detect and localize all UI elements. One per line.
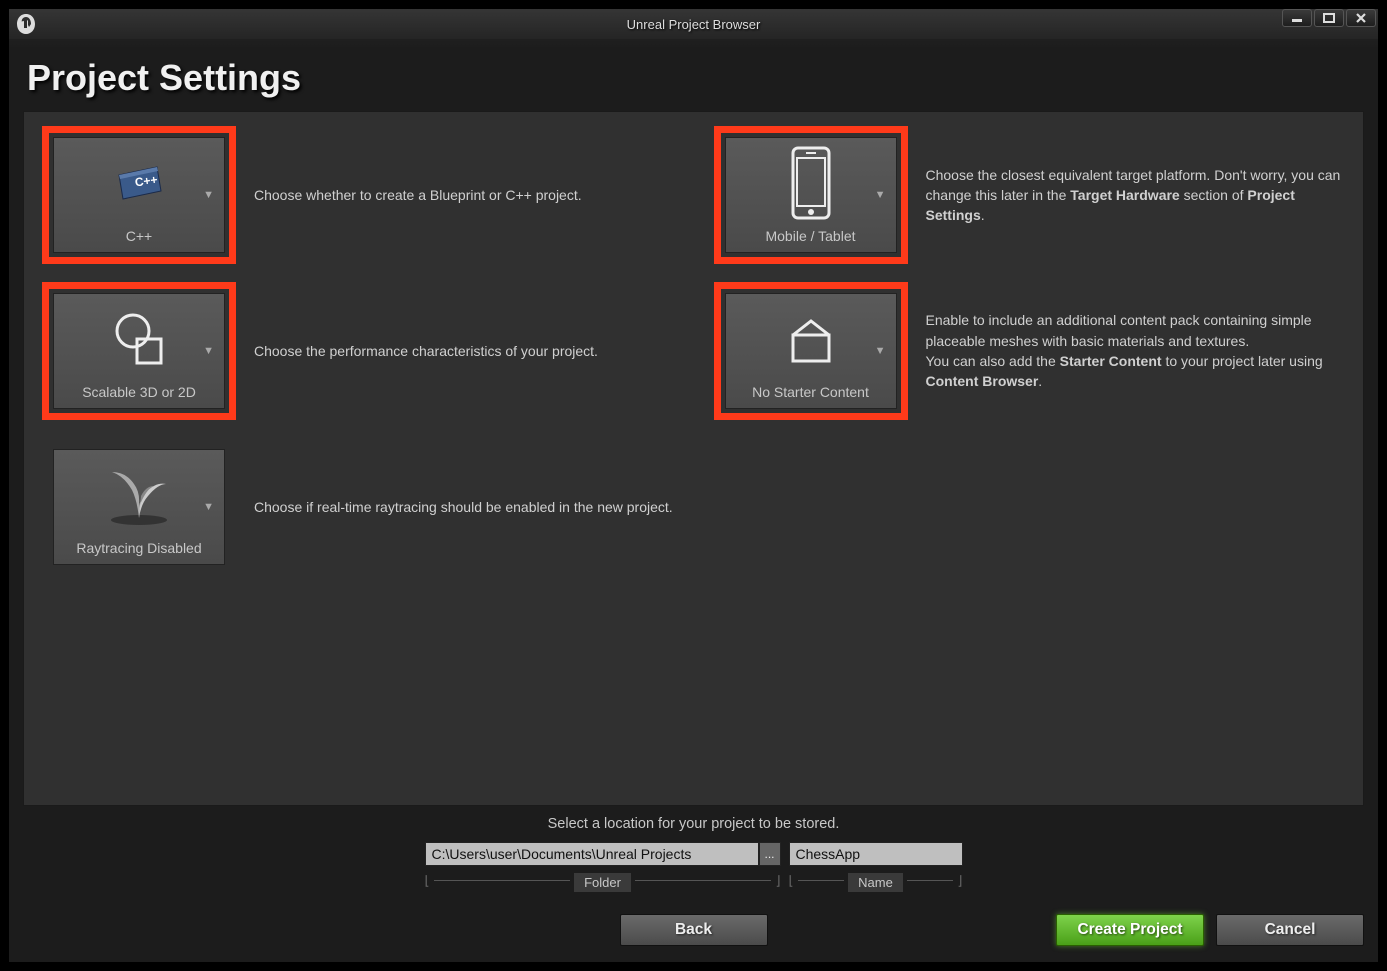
chevron-down-icon: ▼ [203, 345, 214, 357]
cancel-button[interactable]: Cancel [1216, 914, 1364, 946]
tile-label: Mobile / Tablet [765, 228, 855, 244]
create-project-button[interactable]: Create Project [1056, 914, 1204, 946]
bold-text: location [604, 816, 654, 832]
starter-content-row: ▼ No Starter Content Enable to include a… [714, 282, 1346, 420]
project-type-row: C++ ▼ C++ Choose whether to create a Blu… [42, 126, 674, 264]
raytracing-row: ▼ Raytracing Disabled Choose if real-tim… [42, 438, 674, 576]
unreal-logo-icon [13, 11, 39, 37]
mobile-icon [789, 138, 833, 228]
chevron-down-icon: ▼ [875, 345, 886, 357]
highlight-frame: C++ ▼ C++ [42, 126, 236, 264]
plant-icon [104, 450, 174, 540]
performance-row: ▼ Scalable 3D or 2D Choose the performan… [42, 282, 674, 420]
chevron-down-icon: ▼ [875, 189, 886, 201]
starter-content-tile[interactable]: ▼ No Starter Content [725, 293, 897, 409]
field-underline: ⌊ Folder ⌋ [425, 869, 781, 892]
project-type-tile[interactable]: C++ ▼ C++ [53, 137, 225, 253]
window-title: Unreal Project Browser [627, 17, 761, 32]
target-platform-tile[interactable]: ▼ Mobile / Tablet [725, 137, 897, 253]
bold-text: Content Browser [926, 373, 1039, 389]
buttons-row: Back Create Project Cancel [23, 914, 1364, 946]
window-controls [1282, 9, 1376, 27]
close-button[interactable] [1346, 9, 1376, 27]
target-platform-desc: Choose the closest equivalent target pla… [926, 165, 1346, 226]
desc-text: section of [1180, 187, 1248, 203]
folder-label: Folder [574, 873, 631, 892]
target-platform-row: ▼ Mobile / Tablet Choose the closest equ… [714, 126, 1346, 264]
tile-wrap: ▼ Raytracing Disabled [42, 438, 236, 576]
folder-group: ... ⌊ Folder ⌋ [425, 842, 781, 892]
browse-button[interactable]: ... [759, 842, 781, 866]
tile-label: C++ [126, 228, 152, 244]
desc-text: . [981, 207, 985, 223]
box-open-icon [783, 294, 839, 384]
prompt-text: Select a [548, 816, 604, 832]
settings-panel: C++ ▼ C++ Choose whether to create a Blu… [23, 111, 1364, 806]
project-type-desc: Choose whether to create a Blueprint or … [254, 185, 674, 205]
performance-desc: Choose the performance characteristics o… [254, 341, 674, 361]
folder-input[interactable] [425, 842, 759, 866]
highlight-frame: ▼ No Starter Content [714, 282, 908, 420]
page-title: Project Settings [27, 57, 1378, 99]
minimize-button[interactable] [1282, 9, 1312, 27]
cpp-icon: C++ [113, 138, 165, 228]
desc-text: Enable to include an additional content … [926, 312, 1312, 348]
prompt-text: for your project to be stored. [654, 816, 839, 832]
back-button[interactable]: Back [620, 914, 768, 946]
right-column: ▼ Mobile / Tablet Choose the closest equ… [714, 126, 1346, 791]
location-prompt: Select a location for your project to be… [548, 816, 840, 832]
desc-text: to your project later using [1162, 353, 1323, 369]
tile-label: Raytracing Disabled [76, 540, 201, 556]
highlight-frame: ▼ Scalable 3D or 2D [42, 282, 236, 420]
bold-text: Starter Content [1060, 353, 1162, 369]
left-column: C++ ▼ C++ Choose whether to create a Blu… [42, 126, 674, 791]
desc-text: You can also add the [926, 353, 1060, 369]
inputs-row: ... ⌊ Folder ⌋ ⌊ Name ⌋ [425, 842, 963, 892]
tile-label: Scalable 3D or 2D [82, 384, 196, 400]
chevron-down-icon: ▼ [203, 501, 214, 513]
raytracing-tile[interactable]: ▼ Raytracing Disabled [53, 449, 225, 565]
name-input[interactable] [789, 842, 963, 866]
folder-input-wrap: ... [425, 842, 781, 866]
raytracing-desc: Choose if real-time raytracing should be… [254, 497, 674, 517]
scalable-icon [107, 294, 171, 384]
name-group: ⌊ Name ⌋ [789, 842, 963, 892]
maximize-button[interactable] [1314, 9, 1344, 27]
performance-tile[interactable]: ▼ Scalable 3D or 2D [53, 293, 225, 409]
location-section: Select a location for your project to be… [23, 816, 1364, 892]
titlebar: Unreal Project Browser [9, 9, 1378, 39]
project-browser-window: Unreal Project Browser Project Settings [8, 8, 1379, 963]
chevron-down-icon: ▼ [203, 189, 214, 201]
starter-content-desc: Enable to include an additional content … [926, 310, 1346, 391]
field-underline: ⌊ Name ⌋ [789, 869, 963, 892]
desc-text: . [1038, 373, 1042, 389]
highlight-frame: ▼ Mobile / Tablet [714, 126, 908, 264]
name-label: Name [848, 873, 903, 892]
bold-text: Target Hardware [1070, 187, 1179, 203]
tile-label: No Starter Content [752, 384, 869, 400]
